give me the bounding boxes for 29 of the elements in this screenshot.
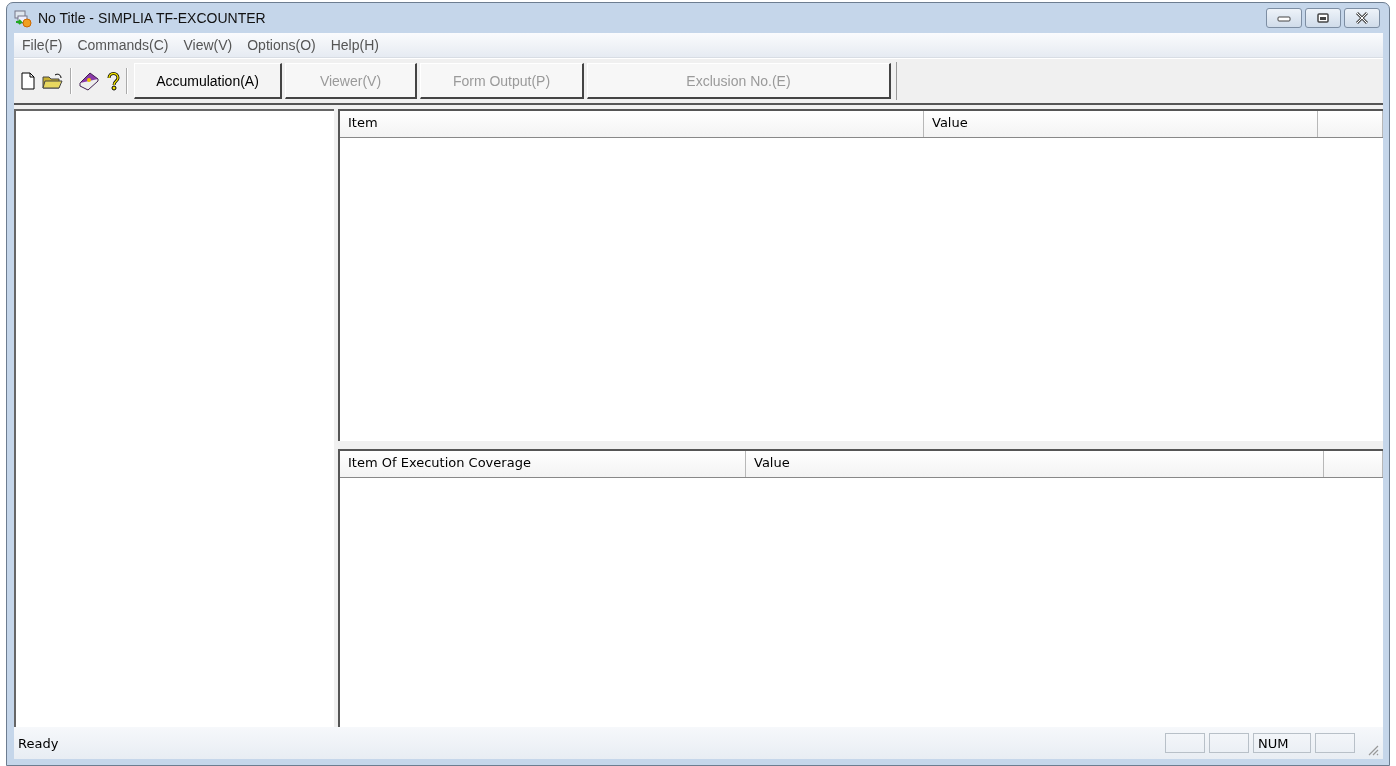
maximize-button[interactable] [1305, 8, 1341, 28]
resize-grip-icon[interactable] [1367, 744, 1379, 756]
book-icon[interactable] [78, 71, 100, 91]
new-file-icon[interactable] [20, 72, 36, 90]
maximize-icon [1317, 13, 1329, 23]
app-icon [14, 10, 32, 28]
status-indicator: NUM [1253, 733, 1311, 753]
status-pane [1209, 733, 1249, 753]
status-text: Ready [18, 735, 60, 751]
close-button[interactable] [1344, 8, 1380, 28]
list-view[interactable]: Item Value [338, 109, 1383, 441]
column-header[interactable]: Value [924, 111, 1318, 137]
close-icon [1355, 12, 1369, 24]
open-folder-icon[interactable] [42, 72, 64, 90]
menu-item[interactable]: Commands(C) [71, 35, 175, 55]
status-pane [1165, 733, 1205, 753]
menu-item[interactable]: Options(O) [241, 35, 322, 55]
menu-item[interactable]: Help(H) [324, 35, 385, 55]
column-header[interactable]: Item [340, 111, 924, 137]
menu-item[interactable]: View(V) [177, 35, 239, 55]
menu-item[interactable]: File(F) [16, 35, 69, 55]
column-header[interactable]: Item Of Execution Coverage [340, 451, 746, 477]
list-view[interactable]: Item Of Execution Coverage Value [338, 449, 1383, 727]
status-pane [1315, 733, 1355, 753]
column-header[interactable]: Value [746, 451, 1324, 477]
window-title: No Title - SIMPLIA TF-EXCOUNTER [38, 10, 266, 26]
help-icon[interactable] [106, 71, 120, 91]
toolbar-button[interactable]: Accumulation(A) [134, 63, 282, 99]
minimize-icon [1277, 14, 1291, 22]
